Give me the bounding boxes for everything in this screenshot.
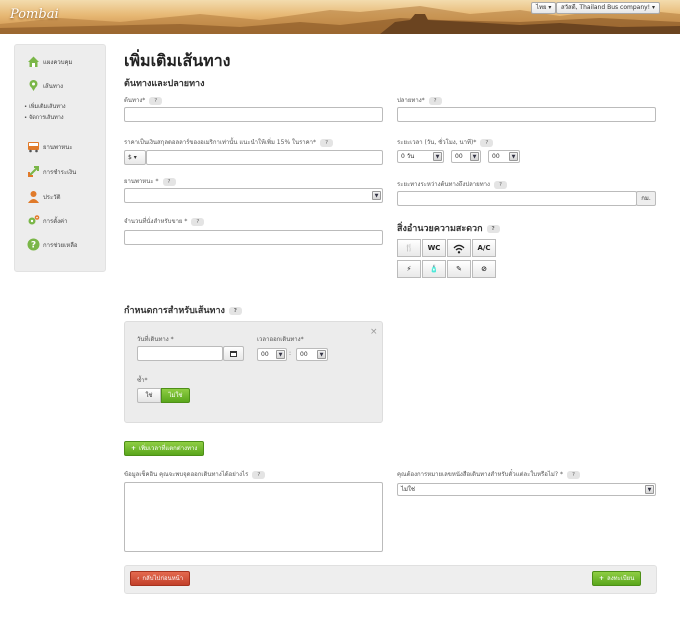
help-icon[interactable]: ? [228, 306, 242, 315]
sidebar-item-settings[interactable]: การตั้งค่า [27, 214, 67, 227]
chevron-down-icon: ▼ [317, 350, 326, 359]
duration-day-select[interactable]: 0 วัน ▼ [397, 150, 444, 163]
help-icon[interactable]: ? [566, 470, 580, 479]
repeat-yes-toggle[interactable]: ใช่ [137, 388, 161, 403]
departure-minute-select[interactable]: 00 ▼ [296, 348, 328, 361]
travel-date-input[interactable] [137, 346, 223, 361]
section-origin-title: ต้นทางและปลายทาง [124, 79, 205, 89]
calendar-icon [230, 351, 237, 357]
add-time-button[interactable]: + เพิ่มเวลาที่แตกต่างทาง [124, 441, 205, 456]
repeat-no-toggle[interactable]: ไม่ใช่ [161, 388, 190, 403]
vehicle-label: ยานพาหนะ *? [124, 176, 176, 186]
time-separator: : [289, 350, 292, 357]
vehicle-select[interactable]: ▼ [124, 188, 383, 203]
amenity-wc-toggle[interactable]: WC [422, 239, 446, 257]
amenity-ac-toggle[interactable]: A/C [472, 239, 496, 257]
help-icon[interactable]: ? [191, 217, 205, 226]
map-pin-icon [27, 79, 40, 92]
amenity-food-toggle[interactable]: 🍴 [397, 239, 421, 257]
sidebar-subitem-add-route[interactable]: เพิ่มเติมเส้นทาง [24, 103, 66, 111]
home-icon [27, 55, 40, 68]
amenity-toiletries-toggle[interactable]: 🧴 [422, 260, 446, 278]
checkin-label: ข้อมูลเช็คอิน คุณจะพบจุดออกเดินทางได้อย่… [124, 469, 266, 479]
help-icon: ? [27, 238, 40, 251]
help-icon[interactable]: ? [149, 96, 163, 105]
departure-hour-select[interactable]: 00 ▼ [257, 348, 287, 361]
chevron-left-icon: ‹ [137, 575, 140, 582]
price-label: ราคาเป็นเงินสกุลดอลลาร์ของอเมริกาเท่านั้… [124, 137, 334, 147]
wifi-icon [453, 244, 465, 254]
origin-label: ต้นทาง*? [124, 95, 163, 105]
help-icon[interactable]: ? [493, 180, 507, 189]
profile-icon [27, 190, 40, 203]
sidebar-item-help[interactable]: ? การช่วยเหลือ [27, 238, 77, 251]
sidebar-item-vehicles[interactable]: ยานพาหนะ [27, 140, 73, 153]
sidebar-item-payments[interactable]: การชำระเงิน [27, 165, 76, 178]
chevron-down-icon: ▼ [470, 152, 479, 161]
bus-icon [27, 140, 40, 153]
amenity-wifi-toggle[interactable] [447, 239, 471, 257]
chevron-down-icon: ▼ [509, 152, 518, 161]
repeat-label: ซ้ำ* [137, 377, 148, 384]
plus-icon: + [599, 575, 605, 582]
section-amenities-title: สิ่งอำนวยความสะดวก? [397, 221, 500, 235]
chevron-down-icon: ▼ [645, 485, 654, 494]
duration-label: ระยะเวลา (วัน, ชั่วโมง, นาที)*? [397, 137, 494, 147]
checkin-textarea[interactable] [124, 482, 383, 552]
sidebar-item-dashboard[interactable]: แผงควบคุม [27, 55, 72, 68]
section-schedule-title: กำหนดการสำหรับเส้นทาง? [124, 303, 242, 317]
distance-input[interactable] [397, 191, 637, 206]
currency-dropdown[interactable]: $ ▾ [124, 150, 146, 165]
sidebar-item-routes[interactable]: เส้นทาง [27, 79, 63, 92]
distance-unit: กม. [636, 191, 656, 206]
gears-icon [27, 214, 40, 227]
chevron-down-icon: ▼ [433, 152, 442, 161]
page-title: เพิ่มเติมเส้นทาง [124, 51, 231, 70]
help-icon[interactable]: ? [486, 224, 500, 233]
help-icon[interactable]: ? [252, 470, 266, 479]
close-icon[interactable]: × [370, 327, 378, 337]
help-icon[interactable]: ? [162, 177, 176, 186]
plus-icon: + [131, 445, 137, 452]
submit-button[interactable]: + ลงทะเบียน [592, 571, 642, 586]
travel-date-label: วันที่เดินทาง * [137, 336, 174, 343]
sidebar-item-profile[interactable]: ประวัติ [27, 190, 61, 203]
destination-label: ปลายทาง*? [397, 95, 442, 105]
ticket-passport-select[interactable]: ไม่ใช่ ▼ [397, 483, 656, 496]
amenity-power-toggle[interactable]: ⚡ [397, 260, 421, 278]
price-input[interactable] [146, 150, 383, 165]
help-icon[interactable]: ? [480, 138, 494, 147]
duration-minute-select[interactable]: 00 ▼ [488, 150, 520, 163]
form-actions-bar [124, 565, 657, 594]
destination-input[interactable] [397, 107, 656, 122]
account-dropdown[interactable]: สวัสดี, Thailand Bus company! ▾ [556, 2, 661, 14]
origin-input[interactable] [124, 107, 383, 122]
seats-input[interactable] [124, 230, 383, 245]
payment-arrows-icon [27, 165, 40, 178]
amenity-no-smoking-toggle[interactable]: ⊘ [472, 260, 496, 278]
back-button[interactable]: ‹ กลับไปก่อนหน้า [130, 571, 191, 586]
help-icon[interactable]: ? [320, 138, 334, 147]
svg-text:?: ? [31, 241, 36, 251]
header-banner: Pombai ไทย ▾ สวัสดี, Thailand Bus compan… [0, 0, 680, 34]
chevron-down-icon: ▼ [372, 191, 381, 200]
sidebar-subitem-manage-routes[interactable]: จัดการเส้นทาง [24, 114, 64, 122]
calendar-button[interactable] [223, 346, 244, 361]
amenity-cleaning-toggle[interactable]: ✎ [447, 260, 471, 278]
app-logo[interactable]: Pombai [10, 7, 59, 22]
help-icon[interactable]: ? [428, 96, 442, 105]
ticket-passport-label: คุณต้องการหมายเลขหนังสือเดินทางสำหรับตั๋… [397, 469, 580, 479]
seats-label: จำนวนที่นั่งสำหรับขาย *? [124, 216, 205, 226]
language-dropdown[interactable]: ไทย ▾ [531, 2, 557, 14]
duration-hour-select[interactable]: 00 ▼ [451, 150, 481, 163]
departure-time-label: เวลาออกเดินทาง* [257, 336, 304, 343]
distance-label: ระยะทางระหว่างต้นทางถึงปลายทาง? [397, 179, 507, 189]
chevron-down-icon: ▼ [276, 350, 285, 359]
